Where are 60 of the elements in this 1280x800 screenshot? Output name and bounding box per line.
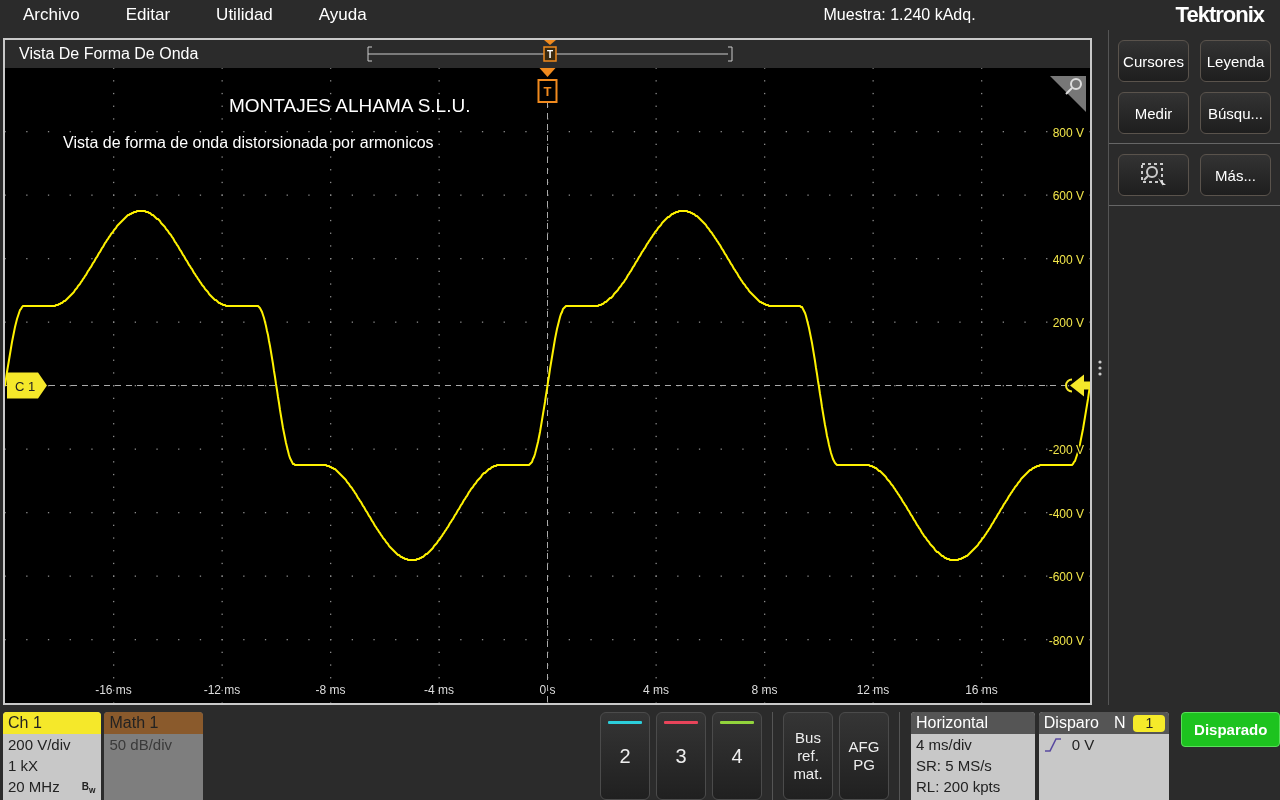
acquisition-count: Muestra: 1.240 kAdq. [823, 6, 976, 24]
side-button[interactable]: Medir [1118, 92, 1189, 134]
x-axis-label: 0 s [539, 683, 556, 697]
channel-setting: 50 dB/div [109, 735, 173, 755]
tool-button[interactable]: AFG PG [838, 712, 889, 800]
zoom-corner-icon[interactable] [1050, 76, 1086, 112]
channel-label: Ch 1 [3, 712, 102, 734]
channel-setting: 20 MHz [8, 777, 60, 797]
trigger-settings-badge[interactable]: Disparo N 1 0 V [1038, 712, 1170, 800]
trigger-source-badge: 1 [1133, 714, 1166, 732]
channel-button[interactable]: 3 [655, 712, 706, 800]
zoom-box-icon [1139, 162, 1168, 188]
channel-marker[interactable]: C 1 [7, 372, 47, 399]
offset-arrow-icon[interactable] [1065, 374, 1090, 397]
side-button[interactable]: Más... [1200, 154, 1271, 196]
channel-button[interactable]: 4 [711, 712, 762, 800]
horizontal-setting: SR: 5 MS/s [914, 756, 993, 776]
x-axis-label: -16 ms [95, 683, 132, 697]
badge-title: Disparo [1043, 714, 1099, 732]
rising-edge-icon [1043, 737, 1062, 752]
menu-item[interactable]: Editar [125, 5, 171, 25]
x-axis-label: -12 ms [203, 683, 241, 697]
channel-button[interactable]: 2 [599, 712, 650, 800]
tool-button[interactable]: Bus ref. mat. [782, 712, 833, 800]
channel-badge[interactable]: Ch 1 200 V/div 1 kX 20 MHz B$_{w}$ [3, 712, 102, 800]
x-axis-label: -8 ms [315, 683, 346, 697]
x-axis-label: 8 ms [751, 683, 778, 697]
trigger-mode: N [1113, 714, 1126, 732]
x-axis-label: -4 ms [424, 683, 454, 697]
y-axis-label: 400 V [1052, 252, 1084, 267]
menu-item[interactable]: Archivo [23, 5, 80, 25]
horizontal-settings-badge[interactable]: Horizontal 4 ms/div SR: 5 MS/s RL: 200 kpts [910, 712, 1035, 800]
y-axis-label: -600 V [1048, 570, 1084, 584]
side-button[interactable]: Búsqu... [1200, 92, 1271, 134]
drag-handle-icon[interactable] [1098, 359, 1102, 376]
x-axis-label: 4 ms [643, 683, 669, 697]
horizontal-setting: 4 ms/div [914, 735, 973, 755]
y-axis-label: 200 V [1052, 316, 1084, 330]
zoom-button[interactable] [1118, 154, 1189, 196]
x-axis-label: 12 ms [856, 683, 890, 697]
horizontal-setting: RL: 200 kpts [914, 777, 1002, 797]
trigger-level: 0 V [1071, 736, 1095, 753]
panel-title: Vista De Forma De Onda [19, 45, 199, 63]
brand-logo: Tektronix [1175, 2, 1264, 28]
y-axis-label: -800 V [1048, 633, 1084, 648]
menu-item[interactable]: Ayuda [318, 5, 367, 25]
channel-label: Math 1 [104, 712, 203, 734]
side-button[interactable]: Cursores [1118, 40, 1189, 82]
y-axis-label: 600 V [1052, 189, 1084, 203]
bandwidth-limit-label: B$_{w}$ [81, 780, 96, 797]
x-axis-label: 16 ms [965, 683, 998, 697]
channel-setting: 1 kX [8, 756, 38, 776]
annotation-caption: Vista de forma de onda distorsionada por armonicos [63, 134, 434, 152]
badge-title: Horizontal [915, 714, 988, 732]
channel-setting: 200 V/div [8, 735, 71, 755]
y-axis-label: 800 V [1052, 125, 1084, 140]
menu-item[interactable]: Utilidad [216, 5, 273, 25]
side-button[interactable]: Leyenda [1200, 40, 1271, 82]
annotation-heading: MONTAJES ALHAMA S.L.U. [229, 95, 471, 117]
y-axis-label: -400 V [1048, 506, 1084, 521]
